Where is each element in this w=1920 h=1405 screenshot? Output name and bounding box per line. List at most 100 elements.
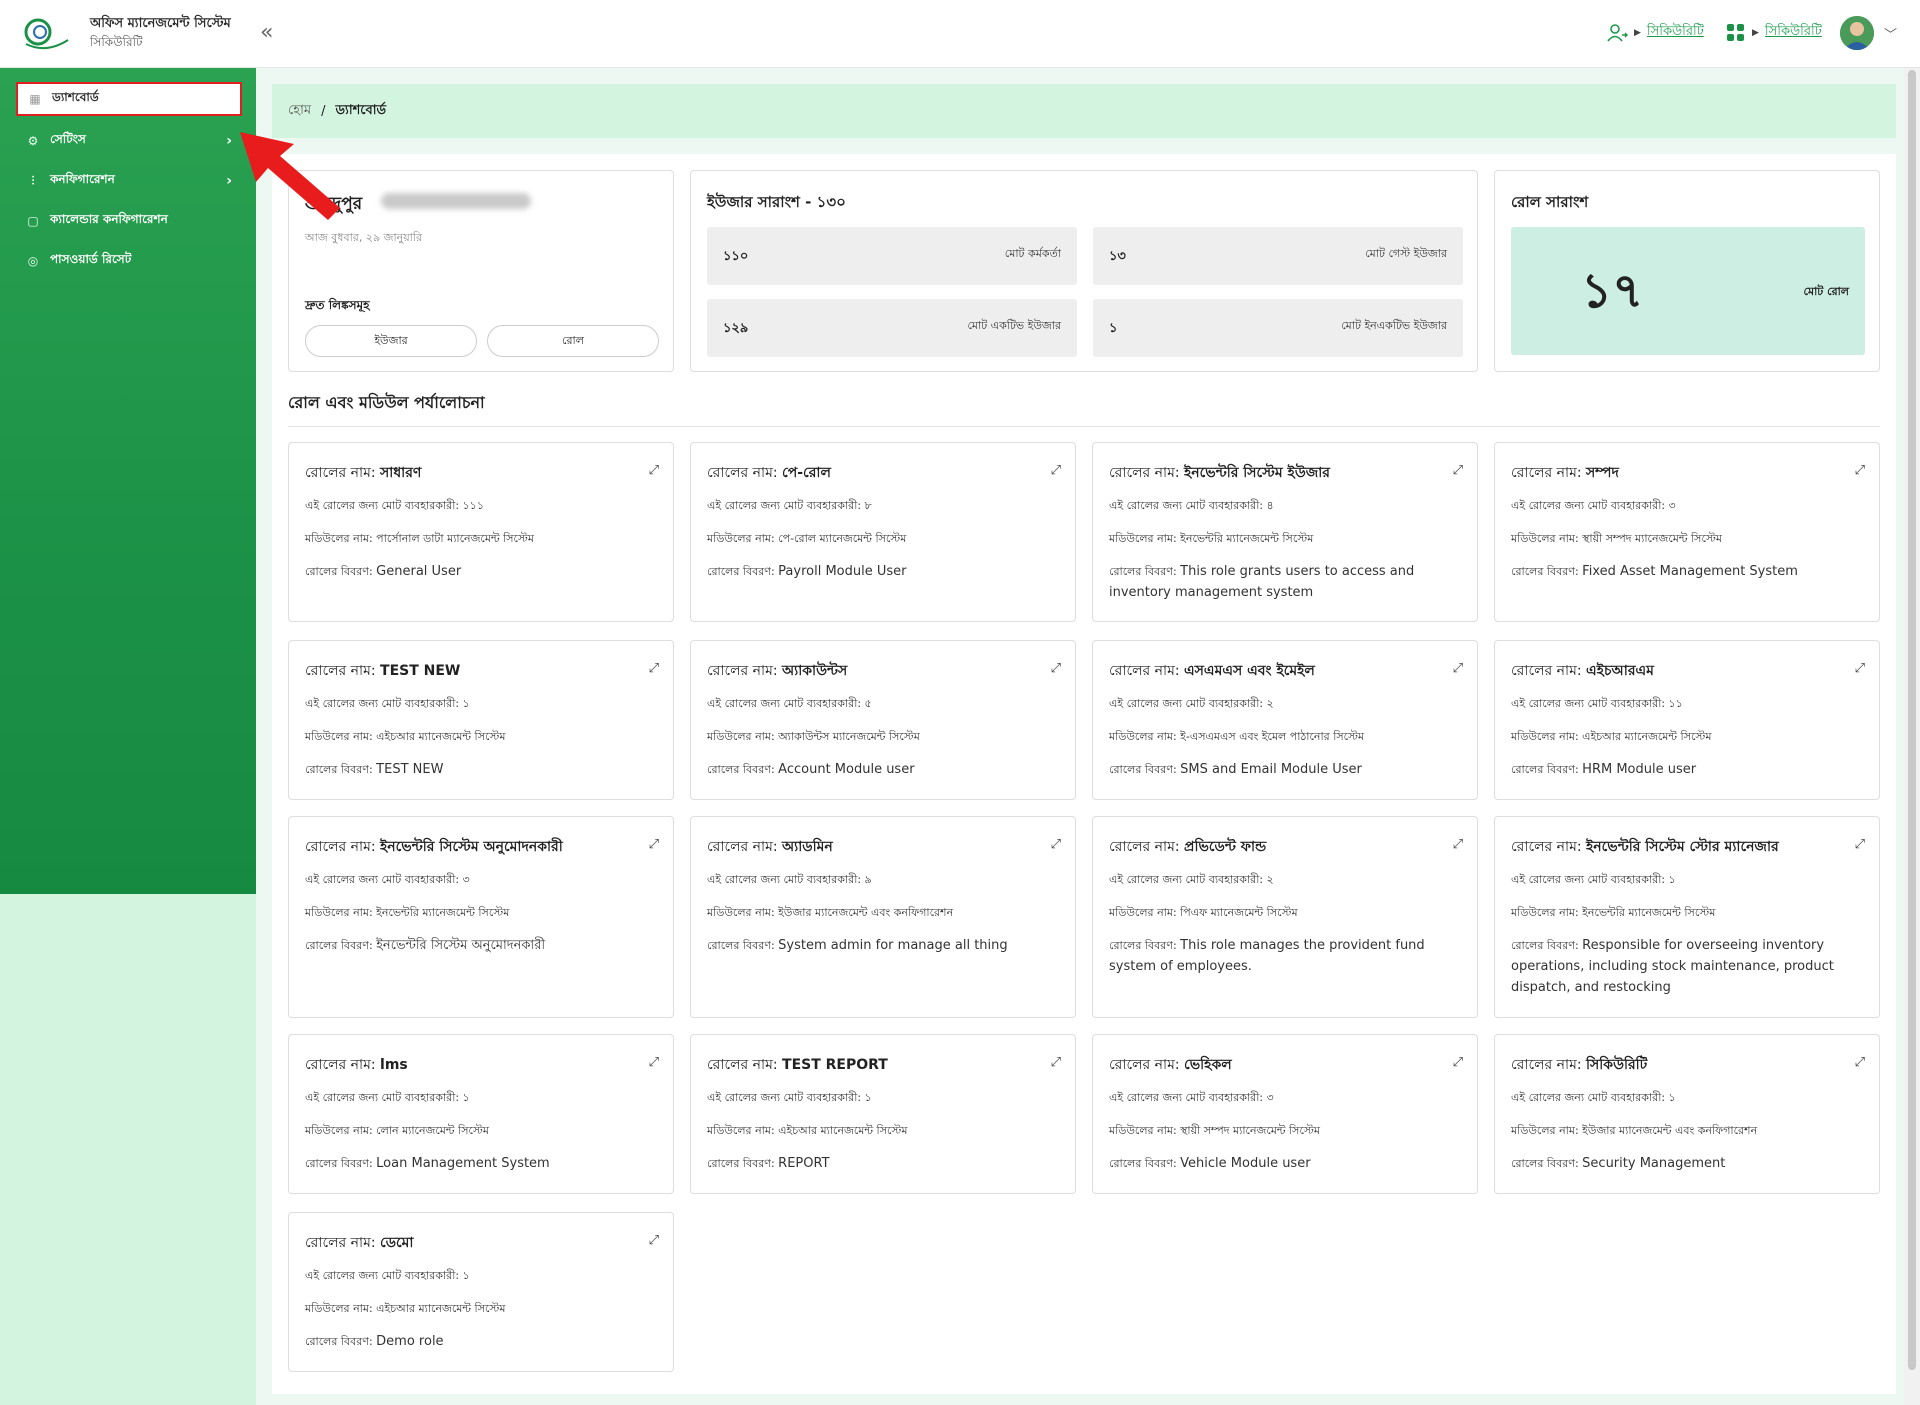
stat-value: ১ bbox=[1109, 321, 1118, 336]
module-label: মডিউলের নাম: bbox=[305, 1302, 377, 1315]
role-name: রোলের নাম: ইনভেন্টরি সিস্টেম স্টোর ম্যান… bbox=[1511, 835, 1779, 859]
sidebar-item-label: কনফিগারেশন bbox=[50, 172, 115, 186]
desc-label: রোলের বিবরণ: bbox=[707, 939, 779, 952]
role-name-value: ইনভেন্টরি সিস্টেম অনুমোদনকারী bbox=[380, 839, 563, 855]
users-value: ১ bbox=[462, 697, 470, 710]
topnav-security-apps[interactable]: ▶ সিকিউরিটি bbox=[1726, 22, 1822, 43]
user-avatar-icon bbox=[1840, 16, 1874, 50]
desc-label: রোলের বিবরণ: bbox=[1511, 565, 1583, 578]
expand-icon[interactable]: ⤢ bbox=[1855, 837, 1865, 852]
scrollbar[interactable] bbox=[1904, 68, 1920, 1405]
role-description: রোলের বিবরণ: TEST NEW bbox=[305, 759, 657, 780]
module-label: মডিউলের নাম: bbox=[1109, 532, 1181, 545]
expand-icon[interactable]: ⤢ bbox=[1453, 1055, 1463, 1070]
expand-icon[interactable]: ⤢ bbox=[1051, 661, 1061, 676]
role-module: মডিউলের নাম: এইচআর ম্যানেজমেন্ট সিস্টেম bbox=[305, 726, 657, 747]
role-name-label: রোলের নাম: bbox=[1511, 465, 1587, 481]
module-label: মডিউলের নাম: bbox=[707, 532, 779, 545]
sidebar-item-calendar-config[interactable]: ▢ ক্যালেন্ডার কনফিগারেশন bbox=[16, 204, 242, 238]
users-value: ১১ bbox=[1668, 697, 1683, 710]
avatar[interactable] bbox=[1840, 16, 1874, 50]
users-label: এই রোলের জন্য মোট ব্যবহারকারী: bbox=[305, 1269, 463, 1282]
expand-icon[interactable]: ⤢ bbox=[649, 1055, 659, 1070]
scrollbar-thumb[interactable] bbox=[1908, 70, 1916, 1370]
role-card: রোলের নাম: ডেমো ⤢ এই রোলের জন্য মোট ব্যবহা… bbox=[288, 1212, 674, 1372]
role-user-count: এই রোলের জন্য মোট ব্যবহারকারী: ১ bbox=[305, 693, 657, 714]
module-value: ইউজার ম্যানেজমেন্ট এবং কনফিগারেশন bbox=[1582, 1124, 1758, 1137]
role-summary-box: ১৭ মোট রোল bbox=[1511, 227, 1865, 355]
module-label: মডিউলের নাম: bbox=[707, 730, 779, 743]
module-value: এইচআর ম্যানেজমেন্ট সিস্টেম bbox=[376, 1302, 506, 1315]
topnav-link[interactable]: সিকিউরিটি bbox=[1647, 22, 1704, 43]
breadcrumb-home[interactable]: হোম bbox=[288, 101, 311, 122]
role-user-count: এই রোলের জন্য মোট ব্যবহারকারী: ১ bbox=[1511, 869, 1863, 890]
users-value: ৩ bbox=[462, 873, 470, 886]
expand-icon[interactable]: ⤢ bbox=[1051, 837, 1061, 852]
sidebar-item-settings[interactable]: ⚙ সেটিংস › bbox=[16, 124, 242, 158]
users-value: ২ bbox=[1266, 873, 1274, 886]
module-value: পার্সোনাল ডাটা ম্যানেজমেন্ট সিস্টেম bbox=[376, 532, 535, 545]
users-value: ৫ bbox=[864, 697, 872, 710]
topnav-security-user[interactable]: ▶ সিকিউরিটি bbox=[1606, 22, 1704, 43]
topnav-link[interactable]: সিকিউরিটি bbox=[1765, 22, 1822, 43]
chevron-down-icon[interactable]: ﹀ bbox=[1884, 24, 1897, 43]
expand-icon[interactable]: ⤢ bbox=[1051, 463, 1061, 478]
role-module: মডিউলের নাম: এইচআর ম্যানেজমেন্ট সিস্টেম bbox=[707, 1120, 1059, 1141]
module-value: এইচআর ম্যানেজমেন্ট সিস্টেম bbox=[376, 730, 506, 743]
total-roles-value: ১৭ bbox=[1581, 263, 1644, 319]
role-description: রোলের বিবরণ: System admin for manage all… bbox=[707, 935, 1059, 956]
sidebar-item-dashboard[interactable]: ▦ ড্যাশবোর্ড bbox=[16, 82, 242, 116]
sidebar-item-label: ড্যাশবোর্ড bbox=[52, 90, 99, 104]
role-name: রোলের নাম: পে-রোল bbox=[707, 461, 831, 485]
desc-label: রোলের বিবরণ: bbox=[305, 1157, 377, 1170]
role-name-label: রোলের নাম: bbox=[707, 465, 783, 481]
expand-icon[interactable]: ⤢ bbox=[1453, 837, 1463, 852]
role-user-count: এই রোলের জন্য মোট ব্যবহারকারী: ৫ bbox=[707, 693, 1059, 714]
section-title: রোল এবং মডিউল পর্যালোচনা bbox=[288, 393, 485, 412]
sidebar-item-password-reset[interactable]: ◎ পাসওয়ার্ড রিসেট bbox=[16, 244, 242, 278]
expand-icon[interactable]: ⤢ bbox=[649, 661, 659, 676]
desc-label: রোলের বিবরণ: bbox=[305, 763, 377, 776]
expand-icon[interactable]: ⤢ bbox=[1855, 463, 1865, 478]
role-name-value: সম্পদ bbox=[1586, 465, 1619, 481]
expand-icon[interactable]: ⤢ bbox=[649, 1233, 659, 1248]
module-value: ইনভেন্টরি ম্যানেজমেন্ট সিস্টেম bbox=[1180, 532, 1314, 545]
collapse-sidebar-button[interactable]: « bbox=[260, 20, 273, 45]
role-user-count: এই রোলের জন্য মোট ব্যবহারকারী: ২ bbox=[1109, 693, 1461, 714]
quick-link-user-button[interactable]: ইউজার bbox=[305, 325, 477, 357]
role-name-label: রোলের নাম: bbox=[305, 1057, 381, 1073]
breadcrumb-current: ড্যাশবোর্ড bbox=[335, 102, 387, 118]
expand-icon[interactable]: ⤢ bbox=[649, 463, 659, 478]
expand-icon[interactable]: ⤢ bbox=[1855, 661, 1865, 676]
expand-icon[interactable]: ⤢ bbox=[1855, 1055, 1865, 1070]
module-value: স্থায়ী সম্পদ ম্যানেজমেন্ট সিস্টেম bbox=[1180, 1124, 1320, 1137]
role-name: রোলের নাম: সম্পদ bbox=[1511, 461, 1619, 485]
sidebar-item-label: পাসওয়ার্ড রিসেট bbox=[50, 252, 132, 266]
quick-link-role-button[interactable]: রোল bbox=[487, 325, 659, 357]
role-module: মডিউলের নাম: পিএফ ম্যানেজমেন্ট সিস্টেম bbox=[1109, 902, 1461, 923]
role-user-count: এই রোলের জন্য মোট ব্যবহারকারী: ১১১ bbox=[305, 495, 657, 516]
stat-total-guest-users: ১৩ মোট গেস্ট ইউজার bbox=[1093, 227, 1463, 285]
role-description: রোলের বিবরণ: Vehicle Module user bbox=[1109, 1153, 1461, 1174]
role-name-value: এইচআরএম bbox=[1586, 663, 1654, 679]
module-value: পে-রোল ম্যানেজমেন্ট সিস্টেম bbox=[778, 532, 907, 545]
role-name: রোলের নাম: অ্যাডমিন bbox=[707, 835, 833, 859]
expand-icon[interactable]: ⤢ bbox=[1453, 661, 1463, 676]
role-card: রোলের নাম: সিকিউরিটি ⤢ এই রোলের জন্য মোট ব… bbox=[1494, 1034, 1880, 1194]
role-description: রোলের বিবরণ: General User bbox=[305, 561, 657, 582]
role-card: রোলের নাম: সম্পদ ⤢ এই রোলের জন্য মোট ব্যবহ… bbox=[1494, 442, 1880, 622]
role-module: মডিউলের নাম: এইচআর ম্যানেজমেন্ট সিস্টেম bbox=[1511, 726, 1863, 747]
users-value: ১১১ bbox=[462, 499, 484, 512]
sidebar-item-configuration[interactable]: ⫶ কনফিগারেশন › bbox=[16, 164, 242, 198]
expand-icon[interactable]: ⤢ bbox=[649, 837, 659, 852]
role-name-value: ইনভেন্টরি সিস্টেম ইউজার bbox=[1184, 465, 1331, 481]
expand-icon[interactable]: ⤢ bbox=[1453, 463, 1463, 478]
role-module: মডিউলের নাম: স্থায়ী সম্পদ ম্যানেজমেন্ট … bbox=[1109, 1120, 1461, 1141]
module-label: মডিউলের নাম: bbox=[305, 730, 377, 743]
users-label: এই রোলের জন্য মোট ব্যবহারকারী: bbox=[1109, 1091, 1267, 1104]
role-module: মডিউলের নাম: স্থায়ী সম্পদ ম্যানেজমেন্ট … bbox=[1511, 528, 1863, 549]
expand-icon[interactable]: ⤢ bbox=[1051, 1055, 1061, 1070]
role-name-value: lms bbox=[380, 1057, 408, 1073]
desc-value: REPORT bbox=[778, 1156, 830, 1171]
role-description: রোলের বিবরণ: HRM Module user bbox=[1511, 759, 1863, 780]
